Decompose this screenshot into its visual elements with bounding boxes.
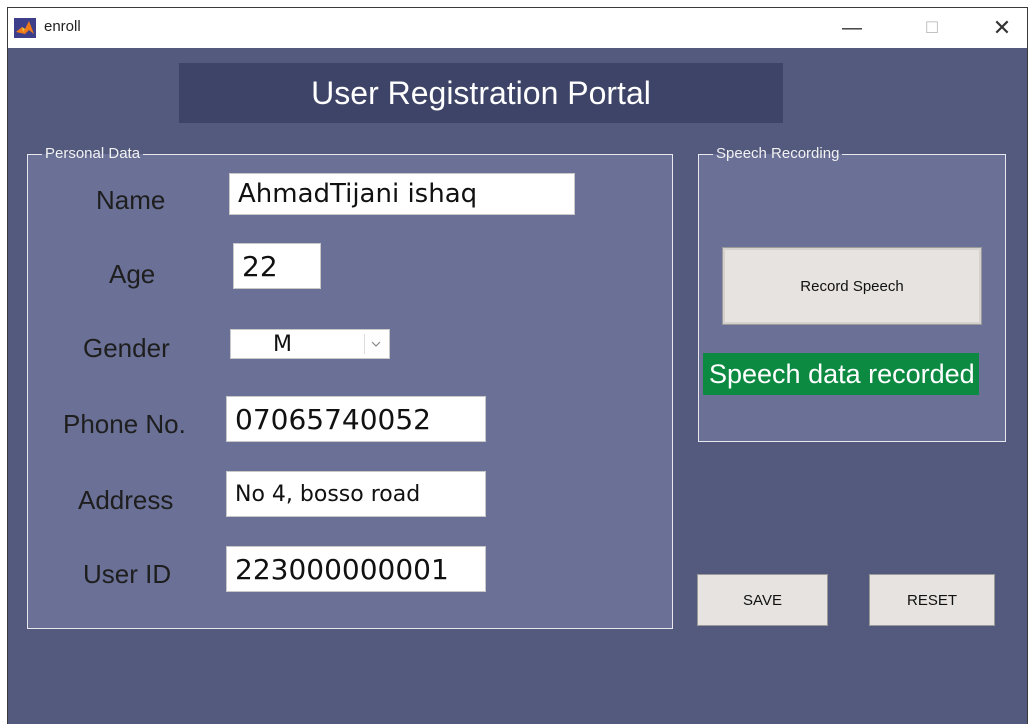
age-label: Age	[109, 259, 156, 289]
title-bar: enroll — ☐ ✕	[8, 8, 1027, 48]
speech-recording-panel: Speech Recording Record Speech Speech da…	[698, 145, 1006, 442]
close-button[interactable]: ✕	[982, 14, 1022, 42]
personal-data-title: Personal Data	[42, 145, 144, 163]
name-label: Name	[96, 185, 166, 215]
phone-label: Phone No.	[63, 409, 186, 439]
address-label: Address	[78, 485, 174, 515]
chevron-down-icon[interactable]	[364, 334, 387, 354]
gender-label: Gender	[83, 333, 170, 363]
name-input[interactable]: AhmadTijani ishaq	[229, 173, 575, 215]
address-input[interactable]: No 4, bosso road	[226, 471, 486, 517]
minimize-button[interactable]: —	[832, 14, 872, 42]
client-area: User Registration Portal Personal Data N…	[8, 48, 1027, 724]
matlab-icon	[14, 18, 36, 38]
recording-status: Speech data recorded	[703, 353, 979, 395]
page-title: User Registration Portal	[311, 74, 651, 111]
record-speech-button[interactable]: Record Speech	[722, 247, 982, 325]
reset-button[interactable]: RESET	[869, 574, 995, 626]
user-id-label: User ID	[83, 559, 172, 589]
user-id-input[interactable]: 223000000001	[226, 546, 486, 592]
gender-selected-value: M	[273, 331, 292, 357]
phone-input[interactable]: 07065740052	[226, 396, 486, 442]
save-button[interactable]: SAVE	[697, 574, 828, 626]
enroll-window: enroll — ☐ ✕ User Registration Portal Pe…	[7, 7, 1028, 724]
personal-data-panel: Personal Data Name AhmadTijani ishaq Age…	[27, 145, 673, 629]
maximize-button[interactable]: ☐	[912, 14, 952, 42]
portal-header: User Registration Portal	[179, 63, 783, 123]
age-input[interactable]: 22	[233, 243, 321, 289]
speech-recording-title: Speech Recording	[713, 145, 843, 163]
gender-select[interactable]: M	[230, 329, 390, 359]
window-title: enroll	[44, 18, 81, 35]
